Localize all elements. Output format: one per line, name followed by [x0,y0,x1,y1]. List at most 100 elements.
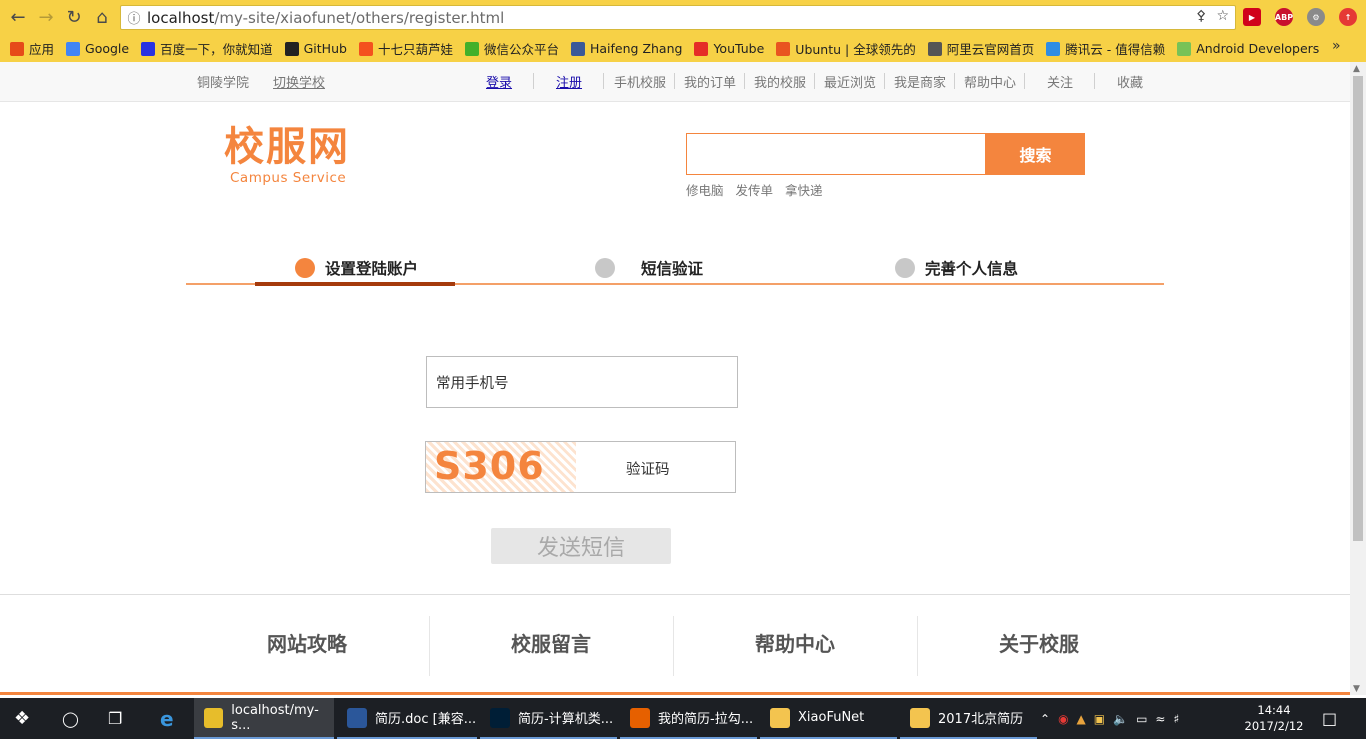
task-view-icon[interactable]: ❐ [108,698,122,739]
page-scrollbar[interactable]: ▲ ▼ [1350,62,1366,695]
taskbar-window-button[interactable]: 2017北京简历 [900,698,1037,739]
battery-icon[interactable]: ▭ [1136,712,1147,726]
clock[interactable]: 14:44 2017/2/12 [1244,702,1304,734]
bookmark-item[interactable]: 十七只葫芦娃 [358,39,453,58]
adblock-plus-icon[interactable]: ABP [1275,8,1293,26]
logo-title: 校服网 [224,124,350,170]
scrollbar-thumb[interactable] [1353,76,1363,541]
taskbar-window-button[interactable]: localhost/my-s... [194,698,334,739]
bookmark-item[interactable]: Android Developers [1177,41,1319,56]
bookmark-label: GitHub [303,41,347,56]
key-icon[interactable]: ⚴ [1196,8,1206,24]
steps-active-indicator [255,282,455,286]
nav-recent-link[interactable]: 最近浏览 [824,72,876,91]
cortana-icon[interactable]: ◯ [62,698,79,739]
footer-link-message[interactable]: 校服留言 [429,628,673,657]
bookmark-item[interactable]: Google [66,41,129,56]
nav-merchant-link[interactable]: 我是商家 [894,72,946,91]
bookmark-label: 腾讯云 - 值得信赖 [1065,42,1166,57]
windows-taskbar: ❖ ◯ ❐ e localhost/my-s... 简历.doc [兼容... 简历… [0,698,1366,739]
divider [533,73,534,89]
extension-gear-icon[interactable]: ⚙ [1307,8,1325,26]
update-icon[interactable]: ↑ [1339,8,1357,26]
taskbar-window-button[interactable]: 简历-计算机类... [480,698,617,739]
divider [1094,73,1095,89]
footer-accent-bar [0,692,1350,695]
search-input[interactable] [686,133,986,175]
login-link[interactable]: 登录 [486,72,512,91]
top-nav-bar: 铜陵学院 切换学校 登录 注册 手机校服 我的订单 我的校服 最近浏览 我是商家… [0,62,1350,102]
taskbar-window-button[interactable]: XiaoFuNet [760,698,897,739]
taskbar-window-label: 简历-计算机类... [518,712,614,727]
hot-keyword-link[interactable]: 修电脑 [686,180,724,199]
nav-mobile-link[interactable]: 手机校服 [614,72,666,91]
page-content: 铜陵学院 切换学校 登录 注册 手机校服 我的订单 我的校服 最近浏览 我是商家… [0,62,1350,695]
footer-link-guide[interactable]: 网站攻略 [185,628,429,657]
bookmark-item[interactable]: 百度一下，你就知道 [141,39,273,58]
hot-keywords: 修电脑 发传单 拿快递 [686,180,823,199]
divider [674,73,675,89]
more-bookmarks-icon[interactable]: » [1332,38,1341,54]
captcha-field[interactable]: S306 验证码 [425,441,736,493]
bookmark-item[interactable]: GitHub [284,41,347,56]
back-arrow-icon[interactable]: ← [4,0,32,35]
footer-link-help[interactable]: 帮助中心 [673,628,917,657]
edge-icon[interactable]: e [160,698,174,739]
phone-input[interactable]: 常用手机号 [426,356,738,408]
taskbar-window-button[interactable]: 简历.doc [兼容... [337,698,477,739]
windows-start-icon[interactable]: ❖ [14,698,30,739]
apps-grid-icon [10,41,24,56]
extension-icon[interactable]: ▶ [1243,8,1261,26]
bookmark-label: YouTube [713,41,765,56]
bookmark-item[interactable]: Ubuntu | 全球领先的 [776,39,916,58]
volume-icon[interactable]: 🔈 [1113,712,1128,726]
forward-arrow-icon[interactable]: → [32,0,60,35]
android-icon [1177,41,1192,56]
tray-expand-icon[interactable]: ⌃ [1040,712,1050,726]
github-icon [284,41,299,56]
tray-app-icon[interactable]: ▣ [1094,712,1105,726]
captcha-image[interactable]: S306 [426,442,576,492]
nav-my-service-link[interactable]: 我的校服 [754,72,806,91]
nav-follow-link[interactable]: 关注 [1047,72,1073,91]
bookmark-label: 十七只葫芦娃 [377,42,453,57]
hot-keyword-link[interactable]: 发传单 [736,180,774,199]
reload-icon[interactable]: ↻ [60,0,88,35]
bookmark-item[interactable]: 微信公众平台 [464,39,559,58]
nav-orders-link[interactable]: 我的订单 [684,72,736,91]
tray-app-icon[interactable]: ▲ [1077,712,1086,726]
captcha-input[interactable]: 验证码 [626,458,670,479]
info-icon[interactable]: ⓘ [121,8,147,27]
bookmark-item[interactable]: 腾讯云 - 值得信赖 [1046,39,1165,58]
home-icon[interactable]: ⌂ [88,0,116,35]
search-button[interactable]: 搜索 [986,133,1085,175]
taskbar-window-label: 简历.doc [兼容... [375,712,477,727]
bookmark-item[interactable]: Haifeng Zhang [570,41,682,56]
nav-help-link[interactable]: 帮助中心 [964,72,1016,91]
register-link[interactable]: 注册 [556,72,582,91]
step-label: 短信验证 [641,260,704,278]
school-name: 铜陵学院 [197,76,250,91]
taskbar-window-label: XiaoFuNet [798,710,865,725]
bookmark-item[interactable]: YouTube [694,41,764,56]
send-sms-button[interactable]: 发送短信 [491,528,671,564]
scroll-down-icon[interactable]: ▼ [1353,684,1360,694]
wifi-icon[interactable]: ≈ [1155,712,1165,726]
input-method-icon[interactable]: ♯ [1173,712,1179,726]
photoshop-icon [490,707,510,728]
footer-link-about[interactable]: 关于校服 [917,628,1161,657]
bookmark-item[interactable]: 阿里云官网首页 [927,39,1034,58]
taskbar-window-button[interactable]: 我的简历-拉勾... [620,698,757,739]
captcha-code: S306 [434,444,545,488]
folder-icon [770,707,790,728]
site-logo[interactable]: 校服网 Campus Service [224,124,350,186]
address-bar[interactable]: ⓘ localhost/my-site/xiaofunet/others/reg… [120,5,1236,30]
weibo-icon[interactable]: ◉ [1058,712,1068,726]
bookmark-star-icon[interactable]: ☆ [1216,8,1229,24]
scroll-up-icon[interactable]: ▲ [1353,64,1360,74]
notifications-icon[interactable]: □ [1322,698,1337,739]
hot-keyword-link[interactable]: 拿快递 [785,180,823,199]
switch-school-link[interactable]: 切换学校 [273,72,325,91]
bookmark-item[interactable]: 应用 [10,39,54,58]
nav-favorite-link[interactable]: 收藏 [1117,72,1143,91]
